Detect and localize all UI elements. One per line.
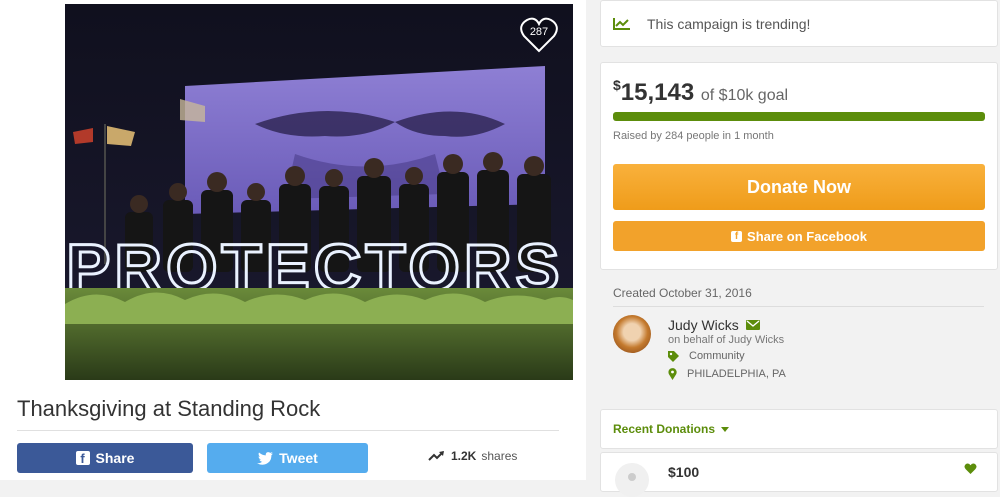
heart-icon: [964, 463, 977, 474]
trending-banner: This campaign is trending!: [600, 0, 998, 47]
organizer-divider: [613, 306, 984, 307]
donation-amount: $100: [668, 464, 700, 480]
category-text: Community: [689, 350, 745, 362]
raised-value: 15,143: [620, 79, 695, 106]
share-on-facebook-button[interactable]: f Share on Facebook: [613, 221, 985, 251]
hearts-count: 287: [529, 26, 549, 38]
location-row: PHILADELPHIA, PA: [668, 368, 786, 380]
funding-progress-fill: [613, 112, 985, 121]
donor-avatar: [615, 463, 649, 497]
campaign-main-column: PROTECTORS 287 Thanksgiving at Standing …: [0, 0, 586, 480]
trending-text: This campaign is trending!: [647, 15, 811, 32]
map-pin-icon: [668, 368, 677, 380]
share-on-facebook-label: Share on Facebook: [747, 228, 867, 244]
facebook-share-button[interactable]: f Share: [17, 443, 193, 473]
organizer-name-text: Judy Wicks: [668, 317, 739, 333]
facebook-icon: f: [731, 230, 743, 242]
goal-text: of $10k goal: [700, 87, 789, 104]
shares-number: 1.2K: [451, 449, 477, 463]
organizer-name[interactable]: Judy Wicks: [668, 317, 760, 333]
envelope-icon[interactable]: [745, 320, 760, 330]
raised-by-text: Raised by 284 people in 1 month: [613, 130, 774, 142]
donate-now-button[interactable]: Donate Now: [613, 164, 985, 210]
twitter-bird-icon: [257, 451, 274, 465]
funding-progress-bar: [613, 112, 985, 121]
category-row[interactable]: Community: [668, 350, 745, 362]
caret-down-icon: [721, 426, 730, 432]
created-date: Created October 31, 2016: [613, 286, 752, 300]
trending-chart-icon: [613, 18, 630, 30]
trending-up-icon: [428, 451, 444, 461]
hearts-counter[interactable]: 287: [519, 16, 559, 54]
facebook-icon: f: [75, 451, 90, 466]
campaign-title: Thanksgiving at Standing Rock: [17, 396, 321, 421]
tweet-label: Tweet: [279, 450, 318, 466]
list-item: $100: [600, 452, 998, 497]
avatar[interactable]: [613, 315, 651, 353]
funding-panel: $15,143 of $10k goal Raised by 284 peopl…: [600, 62, 998, 270]
facebook-share-label: Share: [95, 450, 135, 466]
campaign-photo-art: PROTECTORS: [65, 4, 573, 380]
tag-icon: [668, 350, 679, 362]
tweet-button[interactable]: Tweet: [207, 443, 368, 473]
location-text: PHILADELPHIA, PA: [687, 368, 786, 380]
recent-donations-label: Recent Donations: [613, 422, 716, 436]
campaign-photo[interactable]: PROTECTORS 287: [65, 4, 573, 380]
recent-donations-toggle[interactable]: Recent Donations: [600, 409, 998, 449]
currency-symbol: $: [613, 77, 621, 93]
shares-count: 1.2K shares: [428, 449, 517, 463]
shares-label: shares: [481, 449, 518, 463]
title-divider: [17, 430, 559, 431]
on-behalf-text: on behalf of Judy Wicks: [668, 334, 785, 346]
raised-amount: $15,143 of $10k goal: [613, 77, 788, 107]
